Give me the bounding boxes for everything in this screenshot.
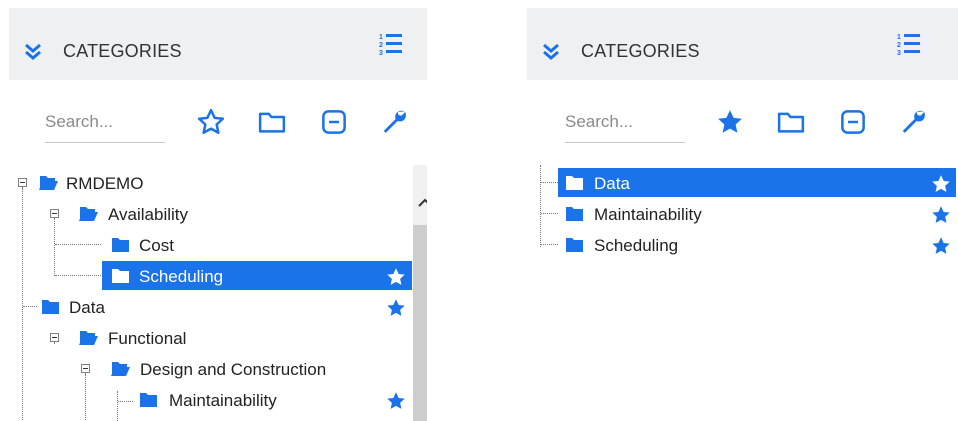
categories-header: CATEGORIES 1 2 3 xyxy=(9,8,427,80)
svg-text:3: 3 xyxy=(897,50,901,56)
tree-item-label: Availability xyxy=(108,205,189,224)
tree-item-label: Data xyxy=(69,298,105,317)
categories-panel-left: CATEGORIES 1 2 3 Search... RMDEMO Availa… xyxy=(9,0,427,421)
collapse-toggle[interactable] xyxy=(50,333,59,344)
tree-item-label: Cost xyxy=(139,236,174,255)
tree-item-label: RMDEMO xyxy=(66,174,144,193)
folder-icon xyxy=(565,206,584,227)
folder-outline-icon[interactable] xyxy=(257,107,287,137)
tree-connector xyxy=(23,306,37,307)
svg-text:3: 3 xyxy=(379,50,383,56)
tree-item-design-and-construction[interactable]: Design and Construction xyxy=(9,354,409,383)
search-input[interactable] xyxy=(45,108,165,143)
minus-square-icon[interactable] xyxy=(838,107,868,137)
svg-text:1: 1 xyxy=(897,34,901,41)
double-chevron-down-icon[interactable] xyxy=(23,42,43,67)
folder-icon xyxy=(111,268,130,289)
collapse-toggle[interactable] xyxy=(50,209,59,220)
svg-text:2: 2 xyxy=(897,42,901,49)
folder-icon xyxy=(139,392,158,413)
double-chevron-down-icon[interactable] xyxy=(541,42,561,67)
categories-panel-right: CATEGORIES 1 2 3 Search... Data Maintain… xyxy=(527,0,958,421)
tree-item-scheduling[interactable]: Scheduling xyxy=(102,261,412,290)
categories-header: CATEGORIES 1 2 3 xyxy=(527,8,958,80)
tree-item-data[interactable]: Data xyxy=(558,168,956,197)
tree-connector xyxy=(117,391,118,421)
folder-open-icon xyxy=(79,330,98,351)
wrench-icon[interactable] xyxy=(379,107,409,137)
svg-text:2: 2 xyxy=(379,42,383,49)
category-tree: RMDEMO Availability Cost Scheduling Data… xyxy=(9,165,427,421)
tree-item-label: Maintainability xyxy=(169,391,277,410)
star-filled-icon[interactable] xyxy=(385,390,407,417)
folder-open-icon xyxy=(111,361,130,382)
tree-item-scheduling[interactable]: Scheduling xyxy=(558,230,956,259)
favorites-tree: Data Maintainability Scheduling xyxy=(527,165,958,421)
tree-connector xyxy=(540,165,541,247)
collapse-toggle[interactable] xyxy=(18,178,27,189)
folder-outline-icon[interactable] xyxy=(776,107,806,137)
tree-connector xyxy=(541,213,558,214)
tree-connector xyxy=(118,401,133,402)
star-outline-icon[interactable] xyxy=(196,107,226,137)
folder-icon xyxy=(565,237,584,258)
chevron-up-icon[interactable] xyxy=(418,195,427,213)
folder-open-icon xyxy=(39,175,58,196)
star-filled-icon[interactable] xyxy=(930,235,952,262)
search-input[interactable] xyxy=(565,108,685,143)
folder-icon xyxy=(41,299,60,320)
tree-item-data[interactable]: Data xyxy=(38,292,412,321)
folder-open-icon xyxy=(79,206,98,227)
tree-connector xyxy=(55,244,101,245)
tree-item-label: Data xyxy=(594,174,630,193)
svg-text:1: 1 xyxy=(379,34,383,41)
tree-connector xyxy=(55,275,101,276)
tree-item-label: Functional xyxy=(108,329,187,348)
tree-item-label: Design and Construction xyxy=(140,360,327,379)
tree-item-label: Scheduling xyxy=(594,236,679,255)
star-filled-icon[interactable] xyxy=(930,204,952,231)
tree-connector xyxy=(541,182,558,183)
tree-connector xyxy=(541,244,558,245)
folder-icon xyxy=(111,237,130,258)
tree-item-maintainability[interactable]: Maintainability xyxy=(133,385,412,414)
wrench-icon[interactable] xyxy=(898,107,928,137)
numbered-list-icon[interactable]: 1 2 3 xyxy=(897,32,921,61)
star-filled-icon[interactable] xyxy=(385,266,407,293)
folder-icon xyxy=(565,175,584,196)
scrollbar-thumb[interactable] xyxy=(413,225,427,421)
tree-item-cost[interactable]: Cost xyxy=(102,230,410,259)
panel-title: CATEGORIES xyxy=(63,41,182,61)
tree-item-rmdemo[interactable]: RMDEMO xyxy=(9,168,409,197)
star-filled-icon[interactable] xyxy=(930,173,952,200)
tree-item-availability[interactable]: Availability xyxy=(9,199,409,228)
tree-item-maintainability[interactable]: Maintainability xyxy=(558,199,956,228)
tree-item-label: Maintainability xyxy=(594,205,702,224)
tree-item-label: Scheduling xyxy=(139,267,224,286)
star-filled-icon[interactable] xyxy=(715,107,745,137)
numbered-list-icon[interactable]: 1 2 3 xyxy=(379,32,403,61)
panel-title: CATEGORIES xyxy=(581,41,700,61)
tree-scrollbar[interactable] xyxy=(413,165,427,421)
collapse-toggle[interactable] xyxy=(81,364,90,375)
minus-square-icon[interactable] xyxy=(319,107,349,137)
tree-item-functional[interactable]: Functional xyxy=(9,323,409,352)
star-filled-icon[interactable] xyxy=(385,297,407,324)
